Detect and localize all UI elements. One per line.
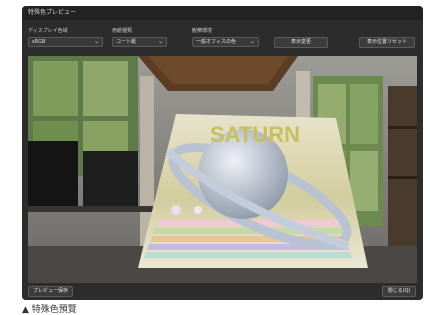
- room-scene: SATURN: [28, 56, 417, 283]
- footer-bar: プレビュー保存 閉じる(Q): [22, 283, 423, 300]
- chevron-down-icon: ⌄: [157, 38, 163, 45]
- paper-type-select[interactable]: コート紙 ⌄: [112, 37, 167, 47]
- viewing-env-select[interactable]: 一般オフィスの色 ⌄: [192, 37, 259, 47]
- save-preview-button[interactable]: プレビュー保存: [28, 286, 73, 297]
- viewing-env-value: 一般オフィスの色: [196, 39, 236, 45]
- display-gamut-value: sRGB: [32, 39, 46, 45]
- close-button[interactable]: 閉じる(Q): [382, 286, 416, 297]
- paper-type-value: コート紙: [116, 39, 137, 45]
- caption: ▲ 特殊色預覽: [22, 305, 77, 315]
- window-title: 特殊色プレビュー: [22, 6, 423, 20]
- reset-position-button[interactable]: 表示位置リセット: [359, 37, 415, 48]
- display-gamut-label: ディスプレイ色域: [28, 28, 68, 34]
- preview-window: 特殊色プレビュー ディスプレイ色域 sRGB ⌄ 用紙種類 コート紙 ⌄ 観察環…: [22, 6, 423, 300]
- preview-viewport[interactable]: SATURN: [28, 56, 417, 283]
- chevron-down-icon: ⌄: [249, 38, 255, 45]
- display-gamut-select[interactable]: sRGB ⌄: [28, 37, 103, 47]
- chevron-down-icon: ⌄: [93, 38, 99, 45]
- poster-title: SATURN: [210, 122, 300, 147]
- viewing-env-label: 観察環境: [192, 28, 213, 34]
- controls-bar: ディスプレイ色域 sRGB ⌄ 用紙種類 コート紙 ⌄ 観察環境 一般オフィスの…: [22, 20, 423, 58]
- show-change-button[interactable]: 表示変更: [274, 37, 328, 48]
- paper-type-label: 用紙種類: [112, 28, 133, 34]
